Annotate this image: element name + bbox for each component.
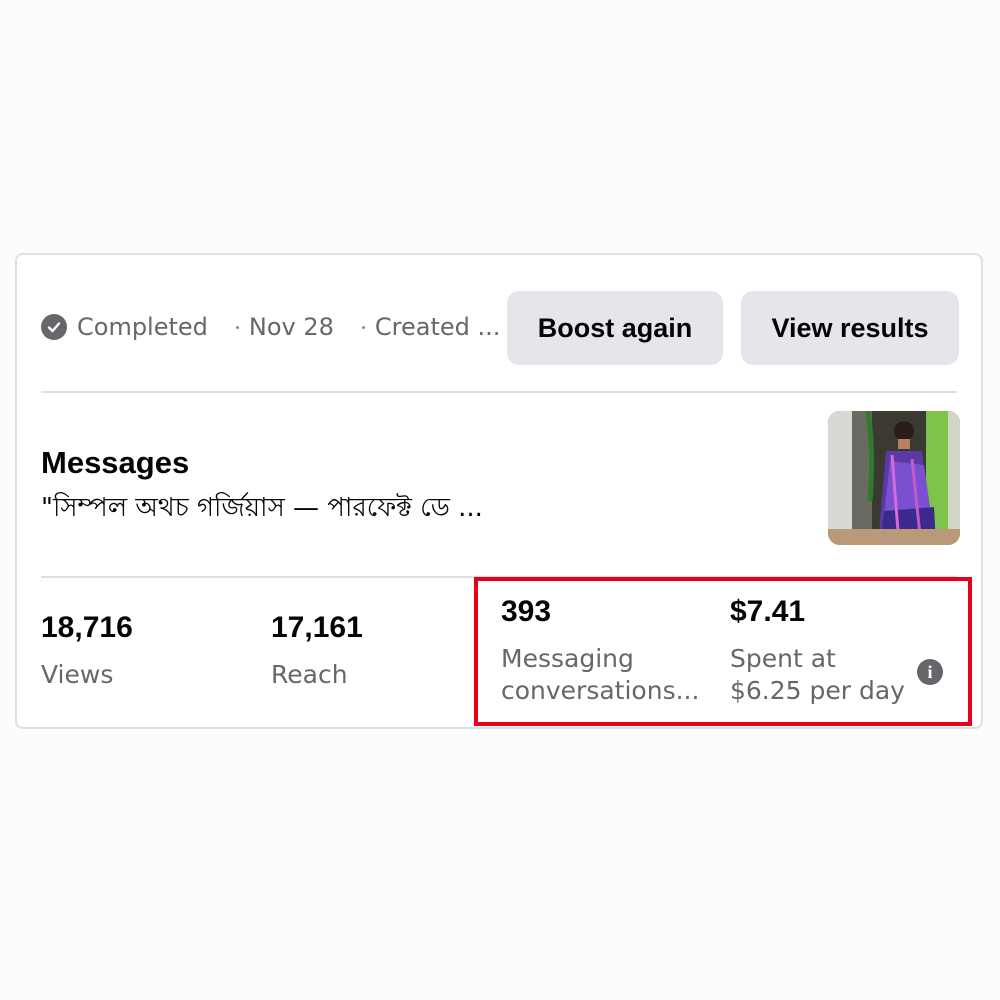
status-meta: Completed Nov 28 Created ...	[41, 291, 500, 363]
stat-views: 18,716 Views	[41, 611, 133, 691]
created-text: Created ...	[374, 313, 501, 341]
ad-title: Messages	[41, 445, 190, 480]
stat-value: 17,161	[271, 611, 363, 644]
status-row: Completed Nov 28 Created ... Boost again…	[41, 291, 959, 365]
check-circle-icon	[41, 314, 67, 340]
stat-reach: 17,161 Reach	[271, 611, 363, 691]
stat-value: 18,716	[41, 611, 133, 644]
ad-thumbnail[interactable]	[828, 411, 960, 545]
boost-again-button[interactable]: Boost again	[507, 291, 723, 365]
status-text: Completed	[77, 313, 208, 341]
view-results-button[interactable]: View results	[741, 291, 959, 365]
separator-dot	[235, 325, 239, 329]
separator-dot	[361, 325, 365, 329]
ad-subtitle: "সিম্পল অথচ গর্জিয়াস — পারফেক্ট ডে ...	[41, 493, 483, 523]
divider	[41, 391, 957, 393]
date-text: Nov 28	[248, 313, 334, 341]
highlight-box	[474, 577, 972, 726]
stat-label: Reach	[271, 660, 348, 689]
stat-label: Views	[41, 660, 114, 689]
boost-result-card: Completed Nov 28 Created ... Boost again…	[15, 253, 983, 729]
